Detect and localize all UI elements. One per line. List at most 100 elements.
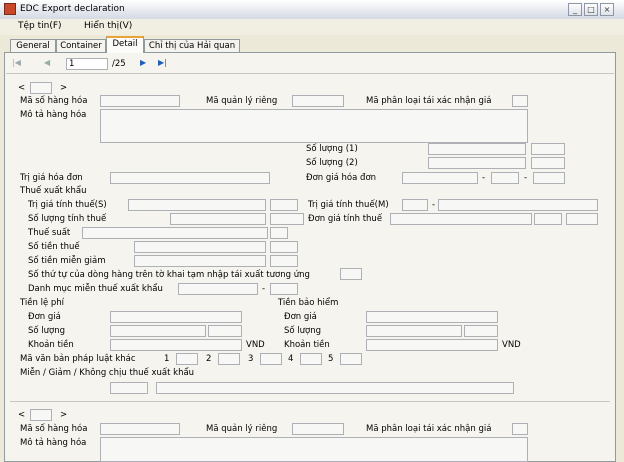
label-so-luong-1: Số lượng (1) — [306, 144, 358, 154]
mien-giam-desc-field[interactable] — [156, 382, 514, 394]
record-index-field[interactable] — [30, 82, 52, 94]
label-mien-giam: Miễn / Giảm / Không chịu thuế xuất khẩu — [20, 368, 195, 378]
ma-quan-ly-rieng-field[interactable] — [292, 95, 344, 107]
record-2-next[interactable]: > — [60, 410, 67, 420]
le-phi-so-luong-unit-field[interactable] — [208, 325, 242, 337]
le-phi-vnd-label: VND — [246, 340, 265, 350]
van-ban-4-field[interactable] — [300, 353, 322, 365]
don-gia-tinh-thue-currency-field[interactable] — [534, 213, 562, 225]
bao-hiem-so-luong-unit-field[interactable] — [464, 325, 498, 337]
label-tri-gia-hoa-don: Trị giá hóa đơn — [20, 173, 83, 183]
van-ban-5-field[interactable] — [340, 353, 362, 365]
record-2-prev[interactable]: < — [18, 410, 25, 420]
menu-view[interactable]: Hiển thị(V) — [84, 21, 132, 31]
bao-hiem-khoan-tien-field[interactable] — [366, 339, 498, 351]
tab-container[interactable]: Container — [56, 39, 106, 52]
record-2-ma-phan-loai-field[interactable] — [512, 423, 528, 435]
don-gia-hoa-don-unit-field[interactable] — [533, 172, 565, 184]
so-tien-mien-giam-currency-field[interactable] — [270, 255, 298, 267]
title-bar: EDC Export declaration _ □ × — [0, 0, 624, 20]
so-tien-thue-currency-field[interactable] — [270, 241, 298, 253]
label-so-tien-thue: Số tiền thuế — [28, 242, 80, 252]
van-ban-2-field[interactable] — [218, 353, 240, 365]
tab-detail[interactable]: Detail — [106, 36, 144, 53]
label-le-phi-don-gia: Đơn giá — [28, 312, 61, 322]
so-luong-tinh-thue-field[interactable] — [170, 213, 266, 225]
le-phi-so-luong-field[interactable] — [110, 325, 206, 337]
tri-gia-tinh-thue-s-currency-field[interactable] — [270, 199, 298, 211]
tab-general[interactable]: General — [10, 39, 56, 52]
so-luong-1-unit-field[interactable] — [531, 143, 565, 155]
record-2-ma-so-hang-hoa-field[interactable] — [100, 423, 180, 435]
label-le-phi-so-luong: Số lượng — [28, 326, 66, 336]
label-so-thu-tu: Số thứ tự của dòng hàng trên tờ khai tạm… — [28, 270, 310, 280]
don-gia-hoa-don-currency-field[interactable] — [491, 172, 519, 184]
minimize-button[interactable]: _ — [568, 3, 582, 16]
le-phi-khoan-tien-field[interactable] — [110, 339, 242, 351]
so-luong-2-field[interactable] — [428, 157, 526, 169]
close-button[interactable]: × — [600, 3, 614, 16]
maximize-button[interactable]: □ — [584, 3, 598, 16]
label-bao-hiem-khoan-tien: Khoản tiền — [284, 340, 330, 350]
prev-page-icon[interactable]: ◀ — [44, 58, 50, 67]
ma-so-hang-hoa-field[interactable] — [100, 95, 180, 107]
menu-file[interactable]: Tệp tin(F) — [18, 21, 62, 31]
thue-suat-code-field[interactable] — [270, 227, 288, 239]
bao-hiem-so-luong-field[interactable] — [366, 325, 462, 337]
record-2-label-mo-ta-hang-hoa: Mô tả hàng hóa — [20, 438, 87, 448]
so-tien-thue-field[interactable] — [134, 241, 266, 253]
app-icon — [4, 3, 16, 15]
don-gia-tinh-thue-unit-field[interactable] — [566, 213, 598, 225]
tab-customs-instructions[interactable]: Chỉ thị của Hải quan — [144, 39, 240, 52]
record-next[interactable]: > — [60, 83, 67, 93]
label-bao-hiem-don-gia: Đơn giá — [284, 312, 317, 322]
le-phi-don-gia-field[interactable] — [110, 311, 242, 323]
danh-muc-code-field[interactable] — [270, 283, 298, 295]
label-so-luong-tinh-thue: Số lượng tính thuế — [28, 214, 107, 224]
don-gia-tinh-thue-field[interactable] — [390, 213, 532, 225]
label-so-luong-2: Số lượng (2) — [306, 158, 358, 168]
van-ban-num-2: 2 — [206, 354, 212, 364]
so-tien-mien-giam-field[interactable] — [134, 255, 266, 267]
dash-4: - — [262, 284, 266, 294]
label-le-phi-khoan-tien: Khoản tiền — [28, 340, 74, 350]
page-number-input[interactable]: 1 — [66, 58, 108, 70]
tri-gia-tinh-thue-m-currency-field[interactable] — [402, 199, 428, 211]
so-luong-1-field[interactable] — [428, 143, 526, 155]
label-tri-gia-tinh-thue-s: Trị giá tính thuế(S) — [28, 200, 107, 210]
menu-bar: Tệp tin(F) Hiển thị(V) — [0, 19, 624, 35]
mien-giam-code-field[interactable] — [110, 382, 148, 394]
section-tien-le-phi: Tiền lệ phí — [20, 298, 65, 308]
tri-gia-tinh-thue-m-field[interactable] — [438, 199, 598, 211]
record-prev[interactable]: < — [18, 83, 25, 93]
record-2-index-field[interactable] — [30, 409, 52, 421]
label-bao-hiem-so-luong: Số lượng — [284, 326, 322, 336]
van-ban-3-field[interactable] — [260, 353, 282, 365]
danh-muc-field[interactable] — [178, 283, 258, 295]
label-ma-phan-loai: Mã phân loại tái xác nhận giá — [366, 96, 492, 106]
so-luong-tinh-thue-unit-field[interactable] — [270, 213, 304, 225]
record-2-ma-quan-ly-rieng-field[interactable] — [292, 423, 344, 435]
ma-phan-loai-field[interactable] — [512, 95, 528, 107]
bao-hiem-don-gia-field[interactable] — [366, 311, 498, 323]
thue-suat-field[interactable] — [82, 227, 268, 239]
last-page-icon[interactable]: ▶| — [158, 58, 167, 67]
next-page-icon[interactable]: ▶ — [140, 58, 146, 67]
section-thue-xuat-khau: Thuế xuất khẩu — [20, 186, 87, 196]
mo-ta-hang-hoa-field[interactable] — [100, 109, 528, 143]
label-so-tien-mien-giam: Số tiền miễn giảm — [28, 256, 106, 266]
record-2-mo-ta-hang-hoa-field[interactable] — [100, 437, 528, 462]
so-luong-2-unit-field[interactable] — [531, 157, 565, 169]
van-ban-1-field[interactable] — [176, 353, 198, 365]
dash-2: - — [524, 173, 528, 183]
so-thu-tu-field[interactable] — [340, 268, 362, 280]
label-mo-ta-hang-hoa: Mô tả hàng hóa — [20, 110, 87, 120]
tri-gia-hoa-don-field[interactable] — [110, 172, 270, 184]
page-total: /25 — [112, 59, 126, 69]
label-tri-gia-tinh-thue-m: Trị giá tính thuế(M) — [308, 200, 389, 210]
don-gia-hoa-don-field[interactable] — [402, 172, 478, 184]
van-ban-num-5: 5 — [328, 354, 334, 364]
tri-gia-tinh-thue-s-field[interactable] — [128, 199, 266, 211]
first-page-icon[interactable]: |◀ — [12, 58, 21, 67]
tab-strip: General Container Detail Chỉ thị của Hải… — [0, 36, 624, 53]
